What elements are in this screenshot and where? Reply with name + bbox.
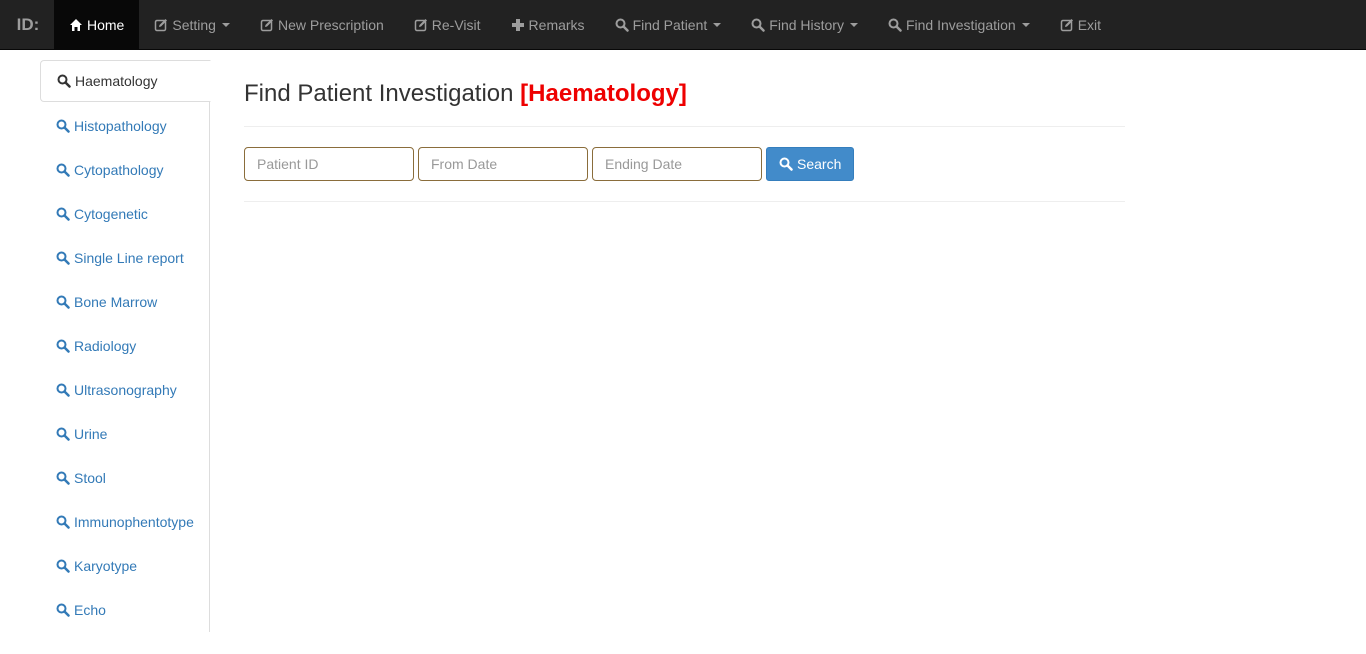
- nav-find-history-label: Find History: [769, 16, 844, 33]
- search-icon: [56, 515, 70, 529]
- search-icon: [888, 18, 902, 32]
- top-navbar: ID: Home Setting New Prescription Re-Vis…: [0, 0, 1366, 50]
- search-icon: [57, 74, 71, 88]
- search-icon: [56, 163, 70, 177]
- sidebar-item-haematology[interactable]: Haematology: [40, 60, 211, 102]
- divider: [244, 201, 1125, 202]
- sidebar-item-label: Ultrasonography: [74, 382, 177, 398]
- nav-find-patient-label: Find Patient: [632, 16, 708, 33]
- search-icon: [56, 603, 70, 617]
- edit-icon: [414, 18, 427, 31]
- caret-down-icon: [713, 22, 722, 27]
- search-button-label: Search: [797, 156, 842, 172]
- patient-id-input[interactable]: [244, 147, 414, 181]
- sidebar-item-label: Cytopathology: [74, 162, 164, 178]
- nav-remarks[interactable]: Remarks: [496, 0, 600, 49]
- nav-find-investigation[interactable]: Find Investigation: [873, 0, 1045, 49]
- search-icon: [56, 295, 70, 309]
- sidebar-item-urine[interactable]: Urine: [40, 412, 209, 456]
- nav-exit-label: Exit: [1077, 16, 1102, 33]
- sidebar-item-stool[interactable]: Stool: [40, 456, 209, 500]
- nav-find-patient[interactable]: Find Patient: [600, 0, 737, 49]
- page-title-highlight: [Haematology]: [520, 80, 687, 107]
- nav-new-prescription-label: New Prescription: [277, 16, 384, 33]
- caret-down-icon: [1021, 22, 1030, 27]
- search-icon: [56, 251, 70, 265]
- sidebar-item-label: Single Line report: [74, 250, 184, 266]
- nav-home[interactable]: Home: [54, 0, 140, 49]
- sidebar-item-label: Bone Marrow: [74, 294, 158, 310]
- divider: [244, 126, 1125, 127]
- sidebar-item-cytopathology[interactable]: Cytopathology: [40, 148, 209, 192]
- sidebar-item-ultrasonography[interactable]: Ultrasonography: [40, 368, 209, 412]
- nav-re-visit-label: Re-Visit: [431, 16, 481, 33]
- brand[interactable]: ID:: [0, 0, 54, 49]
- sidebar-item-karyotype[interactable]: Karyotype: [40, 544, 209, 588]
- search-icon: [56, 339, 70, 353]
- search-icon: [56, 207, 70, 221]
- search-icon: [56, 559, 70, 573]
- search-icon: [615, 18, 629, 32]
- sidebar-item-immunophentotype[interactable]: Immunophentotype: [40, 500, 209, 544]
- sidebar-item-echo[interactable]: Echo: [40, 588, 209, 632]
- caret-down-icon: [849, 22, 858, 27]
- nav-remarks-label: Remarks: [528, 16, 585, 33]
- main-content: Find Patient Investigation [Haematology]…: [244, 60, 1125, 202]
- nav-find-history[interactable]: Find History: [736, 0, 873, 49]
- nav-setting[interactable]: Setting: [139, 0, 245, 49]
- ending-date-input[interactable]: [592, 147, 762, 181]
- sidebar-item-single-line-report[interactable]: Single Line report: [40, 236, 209, 280]
- edit-icon: [1060, 18, 1073, 31]
- nav-home-label: Home: [87, 16, 125, 33]
- search-icon: [56, 427, 70, 441]
- sidebar-item-label: Histopathology: [74, 118, 167, 134]
- caret-down-icon: [221, 22, 230, 27]
- page-title: Find Patient Investigation [Haematology]: [244, 80, 1125, 108]
- edit-icon: [155, 18, 168, 31]
- nav-find-investigation-label: Find Investigation: [905, 16, 1016, 33]
- search-icon: [56, 383, 70, 397]
- sidebar-item-label: Radiology: [74, 338, 137, 354]
- sidebar-item-label: Stool: [74, 470, 106, 486]
- edit-icon: [260, 18, 273, 31]
- search-icon: [56, 119, 70, 133]
- sidebar-item-label: Cytogenetic: [74, 206, 148, 222]
- search-icon: [779, 157, 793, 171]
- sidebar-item-label: Urine: [74, 426, 108, 442]
- home-icon: [70, 18, 82, 31]
- nav-new-prescription[interactable]: New Prescription: [245, 0, 399, 49]
- nav-setting-label: Setting: [172, 16, 216, 33]
- from-date-input[interactable]: [418, 147, 588, 181]
- search-icon: [56, 471, 70, 485]
- search-button[interactable]: Search: [766, 147, 855, 181]
- nav-re-visit[interactable]: Re-Visit: [399, 0, 496, 49]
- plus-icon: [511, 18, 524, 31]
- sidebar-item-label: Echo: [74, 602, 106, 618]
- page-title-text: Find Patient Investigation: [244, 80, 514, 107]
- sidebar-item-label: Haematology: [75, 73, 158, 89]
- sidebar: Haematology Histopathology Cytopathology…: [40, 60, 211, 632]
- sidebar-item-cytogenetic[interactable]: Cytogenetic: [40, 192, 209, 236]
- nav-exit[interactable]: Exit: [1045, 0, 1116, 49]
- sidebar-item-label: Karyotype: [74, 558, 138, 574]
- sidebar-item-radiology[interactable]: Radiology: [40, 324, 209, 368]
- search-form: Search: [244, 147, 1125, 181]
- sidebar-item-histopathology[interactable]: Histopathology: [40, 104, 209, 148]
- sidebar-item-bone-marrow[interactable]: Bone Marrow: [40, 280, 209, 324]
- sidebar-item-label: Immunophentotype: [74, 514, 194, 530]
- search-icon: [751, 18, 766, 32]
